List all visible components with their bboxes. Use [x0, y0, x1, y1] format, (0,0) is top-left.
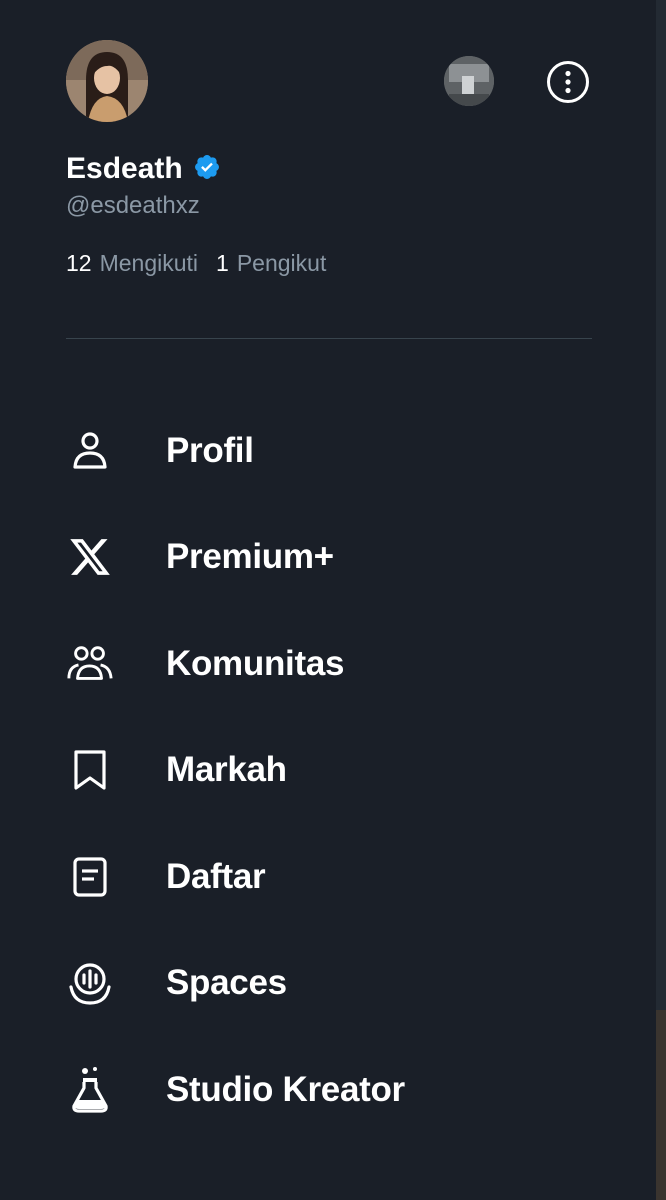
- menu-item-label: Komunitas: [166, 644, 345, 683]
- spaces-icon: [66, 959, 114, 1007]
- bookmark-icon: [66, 746, 114, 794]
- followers-label: Pengikut: [236, 250, 327, 276]
- followers-count: 1: [216, 250, 229, 276]
- account-switcher-avatar[interactable]: [444, 56, 494, 106]
- list-icon: [66, 853, 114, 901]
- menu-item-spaces[interactable]: Spaces: [66, 943, 626, 1023]
- menu-item-profil[interactable]: Profil: [66, 411, 626, 491]
- background-feed-edge: [656, 0, 666, 1200]
- person-icon: [66, 427, 114, 475]
- menu-item-label: Premium+: [166, 537, 334, 576]
- flask-icon: [66, 1066, 114, 1114]
- menu-item-label: Markah: [166, 750, 287, 789]
- display-name-row: Esdeath: [66, 152, 221, 186]
- divider: [66, 338, 592, 339]
- communities-icon: [66, 640, 114, 688]
- following-count: 12: [66, 250, 92, 276]
- menu-item-daftar[interactable]: Daftar: [66, 837, 626, 917]
- user-handle: @esdeathxz: [66, 192, 200, 219]
- following-label: Mengikuti: [99, 250, 199, 276]
- menu-item-label: Profil: [166, 431, 254, 470]
- user-avatar[interactable]: [66, 40, 148, 122]
- background-image-fragment: [656, 1010, 666, 1200]
- x-logo-icon: [66, 533, 114, 581]
- navigation-drawer: Esdeath @esdeathxz 12 Mengikuti 1 Pengikut: [0, 0, 656, 1200]
- menu-item-komunitas[interactable]: Komunitas: [66, 624, 626, 704]
- menu-item-premium[interactable]: Premium+: [66, 517, 626, 597]
- followers-link[interactable]: 1 Pengikut: [216, 250, 326, 277]
- menu-item-markah[interactable]: Markah: [66, 730, 626, 810]
- menu-item-label: Daftar: [166, 857, 266, 896]
- menu-item-label: Spaces: [166, 963, 287, 1002]
- verified-badge-icon: [193, 153, 221, 186]
- menu-item-label: Studio Kreator: [166, 1070, 405, 1109]
- display-name[interactable]: Esdeath: [66, 152, 183, 186]
- menu-item-studio-kreator[interactable]: Studio Kreator: [66, 1050, 626, 1130]
- following-link[interactable]: 12 Mengikuti: [66, 250, 198, 277]
- more-options-icon[interactable]: [546, 60, 590, 104]
- follow-stats: 12 Mengikuti 1 Pengikut: [66, 250, 326, 277]
